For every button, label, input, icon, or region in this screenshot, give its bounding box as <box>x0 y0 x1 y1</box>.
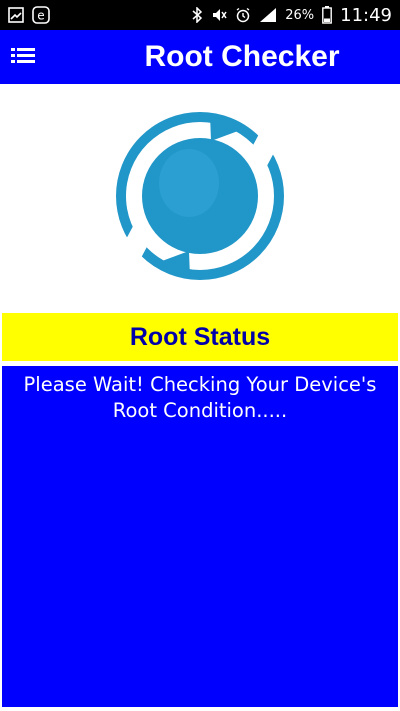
logo-area <box>0 84 400 312</box>
signal-icon <box>259 7 277 23</box>
status-bar-right: 26% 11:49 <box>191 5 392 26</box>
app-bar: Root Checker <box>0 30 400 84</box>
battery-icon <box>322 6 333 24</box>
gallery-icon <box>8 7 24 23</box>
root-status-panel: Please Wait! Checking Your Device's Root… <box>2 366 398 707</box>
status-bar: e 26% 11:49 <box>0 0 400 30</box>
status-bar-left: e <box>8 6 50 24</box>
svg-text:e: e <box>37 9 44 23</box>
battery-percent: 26% <box>285 7 315 23</box>
refresh-sync-icon[interactable] <box>115 111 285 286</box>
root-status-message: Please Wait! Checking Your Device's Root… <box>23 373 377 422</box>
clock: 11:49 <box>340 4 392 26</box>
bluetooth-icon <box>191 7 203 23</box>
mute-icon <box>211 7 227 23</box>
root-status-header: Root Status <box>2 313 398 361</box>
e-browser-icon: e <box>32 6 50 24</box>
alarm-icon <box>235 7 251 23</box>
app-title: Root Checker <box>144 40 340 73</box>
